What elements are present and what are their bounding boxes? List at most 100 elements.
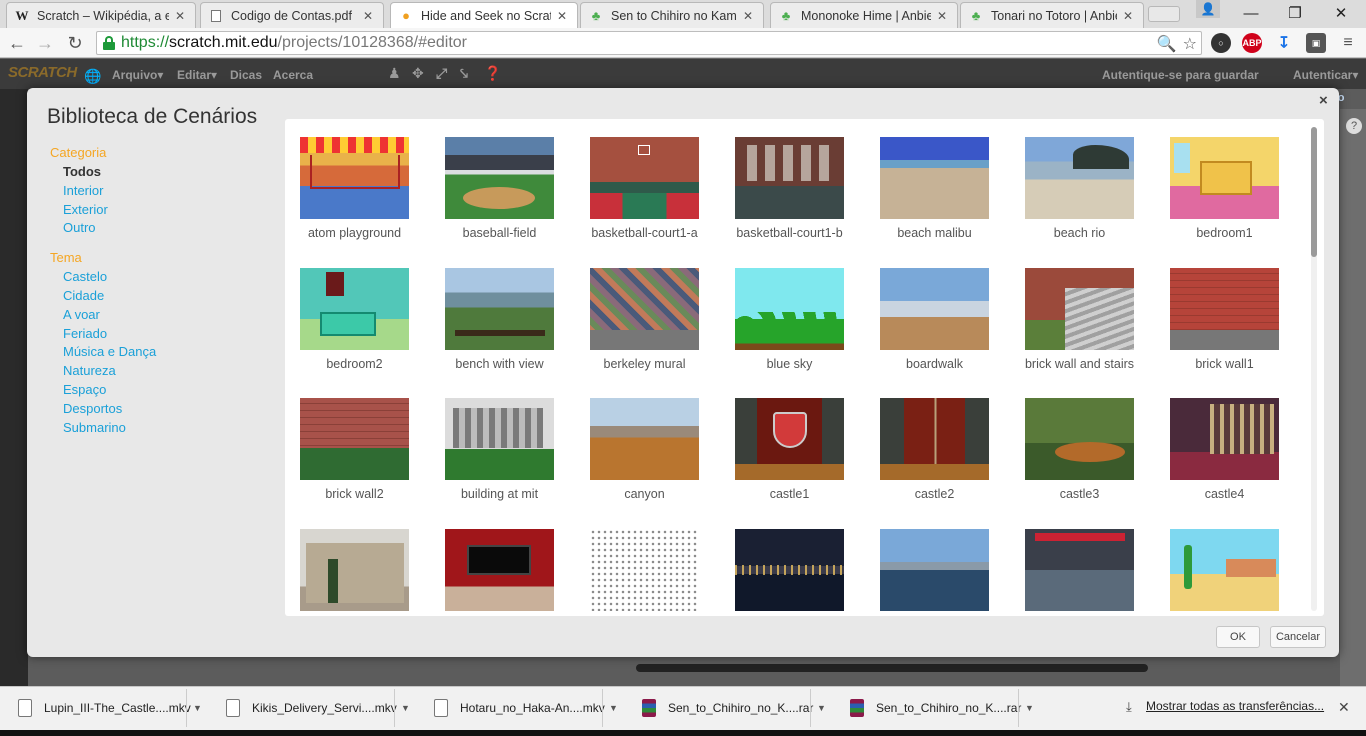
backdrop-thumbnail[interactable]	[445, 398, 554, 481]
tab-close-icon[interactable]: ✕	[557, 9, 569, 23]
menu-file[interactable]: Arquivo▾	[112, 68, 163, 82]
grow-tool-icon[interactable]: ⤢	[436, 65, 447, 82]
cast-icon[interactable]: ▣	[1306, 33, 1326, 53]
theme-item[interactable]: Natureza	[50, 362, 280, 381]
backdrop-item[interactable]: brick wall1	[1155, 250, 1299, 380]
theme-item[interactable]: Submarino	[50, 419, 280, 438]
backdrop-thumbnail[interactable]	[735, 267, 844, 350]
backdrop-item[interactable]: boardwalk	[865, 250, 1009, 380]
backdrop-thumbnail[interactable]	[880, 267, 989, 350]
backdrop-item[interactable]	[865, 511, 1009, 616]
backdrop-item[interactable]: basketball-court1-b	[720, 119, 864, 249]
tab-close-icon[interactable]: ✕	[175, 9, 187, 23]
chrome-menu-icon[interactable]: ≡	[1338, 33, 1358, 53]
backdrop-item[interactable]	[430, 511, 574, 616]
category-item[interactable]: Outro	[50, 219, 280, 238]
download-menu-icon[interactable]: ▼	[186, 689, 208, 727]
signin-menu[interactable]: Autenticar▾	[1293, 68, 1358, 82]
backdrop-item[interactable]: castle1	[720, 380, 864, 510]
extension-ring-icon[interactable]: ○	[1211, 33, 1231, 53]
backdrop-thumbnail[interactable]	[735, 137, 844, 219]
backdrop-thumbnail[interactable]	[1170, 528, 1279, 611]
help-tool-icon[interactable]: ❓	[484, 65, 501, 82]
backdrop-thumbnail[interactable]	[1170, 267, 1279, 350]
back-icon[interactable]: ←	[6, 32, 28, 54]
backdrop-thumbnail[interactable]	[445, 267, 554, 350]
help-icon[interactable]: ?	[1346, 118, 1362, 134]
close-icon[interactable]: ×	[1319, 92, 1328, 109]
theme-item[interactable]: Castelo	[50, 268, 280, 287]
ok-button[interactable]: OK	[1216, 626, 1260, 648]
backdrop-thumbnail[interactable]	[300, 528, 409, 611]
scratch-logo[interactable]: SCRATCH	[8, 64, 77, 81]
backdrop-item[interactable]	[720, 511, 864, 616]
download-item[interactable]: Hotaru_no_Haka-An....mkv ▼	[420, 689, 628, 727]
backdrop-item[interactable]: berkeley mural	[575, 250, 719, 380]
backdrop-item[interactable]: bedroom1	[1155, 119, 1299, 249]
menu-tips[interactable]: Dicas	[230, 68, 262, 82]
backdrop-item[interactable]	[1010, 511, 1154, 616]
category-item[interactable]: Todos	[50, 163, 280, 182]
new-tab-button[interactable]	[1148, 6, 1180, 22]
browser-tab[interactable]: ♣ Mononoke Hime | Anbien ✕	[770, 2, 958, 28]
backdrop-item[interactable]: baseball-field	[430, 119, 574, 249]
tab-close-icon[interactable]: ✕	[363, 9, 375, 23]
download-item[interactable]: Sen_to_Chihiro_no_K....rar ▼	[628, 689, 836, 727]
scripts-horizontal-scrollbar[interactable]	[636, 664, 1148, 672]
backdrop-item[interactable]	[1155, 511, 1299, 616]
backdrop-thumbnail[interactable]	[300, 398, 409, 481]
backdrop-item[interactable]: basketball-court1-a	[575, 119, 719, 249]
save-signin-link[interactable]: Autentique-se para guardar	[1102, 68, 1259, 82]
browser-tab[interactable]: W Scratch – Wikipédia, a en ✕	[6, 2, 196, 28]
download-menu-icon[interactable]: ▼	[394, 689, 416, 727]
cut-tool-icon[interactable]: ✥	[412, 65, 424, 82]
download-menu-icon[interactable]: ▼	[1018, 689, 1040, 727]
zoom-icon[interactable]: 🔍	[1157, 34, 1177, 54]
backdrop-item[interactable]: blue sky	[720, 250, 864, 380]
theme-item[interactable]: Espaço	[50, 381, 280, 400]
backdrop-item[interactable]: castle2	[865, 380, 1009, 510]
backdrop-item[interactable]: bedroom2	[285, 250, 429, 380]
globe-icon[interactable]: 🌐	[84, 68, 101, 85]
backdrop-thumbnail[interactable]	[300, 137, 409, 219]
grid-scrollbar-thumb[interactable]	[1311, 127, 1317, 257]
forward-icon[interactable]: →	[34, 32, 56, 54]
theme-item[interactable]: A voar	[50, 306, 280, 325]
download-menu-icon[interactable]: ▼	[810, 689, 832, 727]
backdrop-thumbnail[interactable]	[1025, 267, 1134, 350]
backdrop-item[interactable]: castle4	[1155, 380, 1299, 510]
close-shelf-icon[interactable]: ✕	[1338, 699, 1350, 716]
browser-tab[interactable]: ♣ Sen to Chihiro no Kamika ✕	[580, 2, 764, 28]
backdrop-item[interactable]: beach rio	[1010, 119, 1154, 249]
backdrop-thumbnail[interactable]	[880, 137, 989, 219]
duplicate-tool-icon[interactable]: ♟	[388, 65, 401, 82]
backdrop-item[interactable]: building at mit	[430, 380, 574, 510]
theme-item[interactable]: Desportos	[50, 400, 280, 419]
backdrop-thumbnail[interactable]	[300, 267, 409, 350]
reload-icon[interactable]: ↻	[64, 32, 86, 54]
download-item[interactable]: Sen_to_Chihiro_no_K....rar ▼	[836, 689, 1044, 727]
backdrop-thumbnail[interactable]	[590, 398, 699, 481]
backdrop-thumbnail[interactable]	[590, 528, 699, 611]
close-window-icon[interactable]: ✕	[1326, 3, 1356, 23]
category-item[interactable]: Exterior	[50, 201, 280, 220]
download-item[interactable]: Kikis_Delivery_Servi....mkv ▼	[212, 689, 420, 727]
profile-icon[interactable]: 👤	[1196, 0, 1220, 18]
browser-tab[interactable]: ♣ Tonari no Totoro | Anbien ✕	[960, 2, 1144, 28]
backdrop-thumbnail[interactable]	[880, 528, 989, 611]
backdrop-thumbnail[interactable]	[445, 137, 554, 219]
address-bar[interactable]: https://scratch.mit.edu/projects/1012836…	[96, 31, 1202, 55]
restore-icon[interactable]: ❐	[1280, 3, 1310, 23]
backdrop-item[interactable]: brick wall and stairs	[1010, 250, 1154, 380]
backdrop-item[interactable]	[285, 511, 429, 616]
tab-close-icon[interactable]: ✕	[743, 9, 755, 23]
backdrop-thumbnail[interactable]	[445, 528, 554, 611]
backdrop-thumbnail[interactable]	[735, 398, 844, 481]
menu-about[interactable]: Acerca	[273, 68, 313, 82]
browser-tab[interactable]: ● Hide and Seek no Scratch ✕	[390, 2, 578, 28]
menu-edit[interactable]: Editar▾	[177, 68, 217, 82]
download-icon[interactable]: ↧	[1274, 33, 1294, 53]
backdrop-thumbnail[interactable]	[590, 137, 699, 219]
tab-close-icon[interactable]: ✕	[1123, 9, 1135, 23]
backdrop-thumbnail[interactable]	[1170, 398, 1279, 481]
